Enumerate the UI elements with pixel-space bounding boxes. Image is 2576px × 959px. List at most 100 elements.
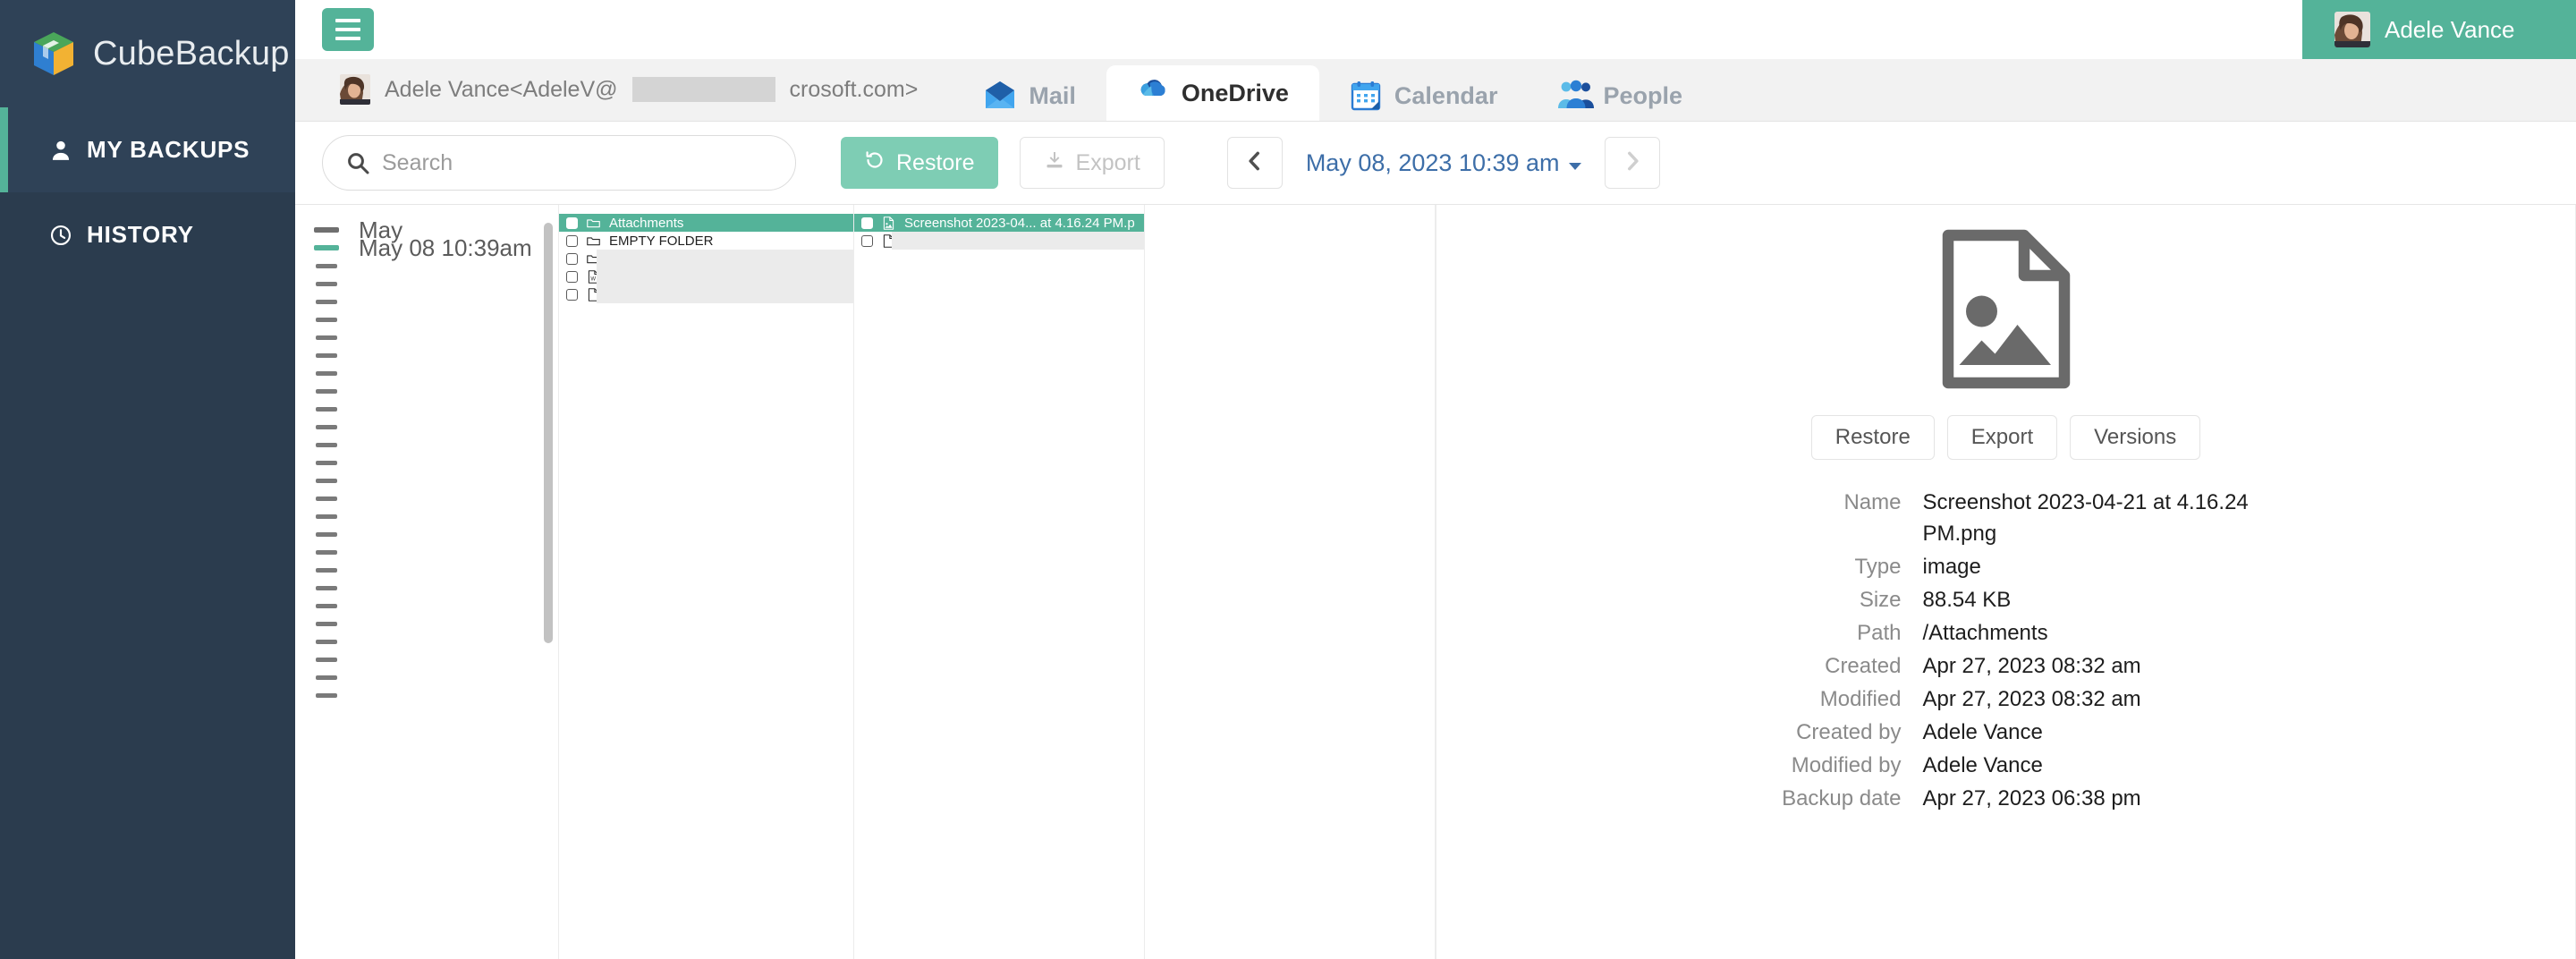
timeline-entry[interactable]: [295, 543, 558, 561]
metadata-key: Created: [1733, 650, 1923, 682]
metadata-key: Backup date: [1733, 783, 1923, 814]
tab-onedrive[interactable]: OneDrive: [1106, 65, 1319, 121]
timeline-entry[interactable]: May 08 10:39am: [295, 239, 558, 257]
metadata-value: Apr 27, 2023 06:38 pm: [1923, 783, 2141, 814]
timeline-entry[interactable]: [295, 328, 558, 346]
timeline-entry[interactable]: [295, 668, 558, 686]
timeline-tick: [316, 532, 337, 537]
file-row[interactable]: r: [559, 285, 853, 303]
timeline-entry[interactable]: [295, 436, 558, 454]
metadata-value: /Attachments: [1923, 617, 2048, 649]
timeline-entry[interactable]: [295, 579, 558, 597]
file-row[interactable]: Attachments: [559, 214, 853, 232]
metadata-value: Adele Vance: [1923, 750, 2043, 781]
file-row[interactable]: Screenshot 2023-04... at 4.16.24 PM.png: [854, 214, 1144, 232]
sidebar: CubeBackup MY BACKUPS HISTORY: [0, 0, 295, 959]
timeline-tick: [316, 389, 337, 394]
row-checkbox[interactable]: [566, 271, 578, 283]
metadata-value: Apr 27, 2023 08:32 am: [1923, 650, 2141, 682]
timeline-entry[interactable]: [295, 650, 558, 668]
timeline-entry[interactable]: [295, 346, 558, 364]
user-menu[interactable]: Adele Vance: [2302, 0, 2576, 59]
export-button[interactable]: Export: [1020, 137, 1165, 189]
hamburger-icon[interactable]: [322, 8, 374, 51]
chevron-left-icon: [1243, 149, 1267, 177]
timeline-entry[interactable]: [295, 489, 558, 507]
sidebar-item-my-backups[interactable]: MY BACKUPS: [0, 107, 295, 192]
row-checkbox[interactable]: [861, 235, 873, 247]
metadata-row: Created byAdele Vance: [1733, 717, 2279, 748]
timeline-tick: [316, 371, 337, 376]
detail-export-button[interactable]: Export: [1947, 415, 2057, 460]
sidebar-item-history[interactable]: HISTORY: [0, 192, 295, 277]
restore-label: Restore: [896, 150, 975, 176]
cube-logo-icon: [30, 30, 77, 77]
timeline-tick: [316, 318, 337, 322]
timeline-scrollbar[interactable]: [544, 223, 553, 643]
timeline-entry[interactable]: [295, 418, 558, 436]
tabstrip: Adele Vance<AdeleV@ crosoft.com> Mail: [295, 59, 2576, 122]
row-checkbox[interactable]: [566, 253, 578, 265]
file-row[interactable]: cu e: [854, 232, 1144, 250]
timeline-entry[interactable]: [295, 507, 558, 525]
tab-calendar[interactable]: Calendar: [1319, 71, 1529, 121]
tab-label: Mail: [1029, 82, 1076, 110]
detail-restore-button[interactable]: Restore: [1811, 415, 1935, 460]
sidebar-item-label: MY BACKUPS: [87, 136, 250, 164]
file-row[interactable]: WA: [559, 267, 853, 285]
tab-label: People: [1603, 82, 1682, 110]
snapshot-date-dropdown[interactable]: May 08, 2023 10:39 am: [1306, 149, 1581, 177]
metadata-row: Typeimage: [1733, 551, 2279, 582]
timeline-entry[interactable]: [295, 561, 558, 579]
timeline-entry[interactable]: [295, 525, 558, 543]
tab-mail[interactable]: Mail: [953, 71, 1106, 121]
export-label: Export: [1076, 150, 1140, 176]
row-checkbox[interactable]: [566, 235, 578, 247]
timeline-tick: [316, 443, 337, 447]
calendar-icon: [1350, 80, 1382, 112]
timeline-entry[interactable]: [295, 686, 558, 704]
row-checkbox[interactable]: [566, 217, 578, 229]
file-column-a: AttachmentsEMPTY FOLDERHWAr: [559, 205, 854, 959]
timeline-entry[interactable]: [295, 454, 558, 471]
row-checkbox[interactable]: [566, 289, 578, 301]
detail-panel: Restore Export Versions NameScreenshot 2…: [1436, 205, 2575, 959]
timeline-entry[interactable]: [295, 471, 558, 489]
detail-versions-button[interactable]: Versions: [2070, 415, 2200, 460]
timeline-entry[interactable]: [295, 364, 558, 382]
tab-people[interactable]: People: [1528, 71, 1713, 121]
timeline-entry[interactable]: [295, 597, 558, 615]
restore-button[interactable]: Restore: [841, 137, 998, 189]
search-box[interactable]: [322, 135, 796, 191]
file-row[interactable]: EMPTY FOLDER: [559, 232, 853, 250]
clock-icon: [49, 224, 72, 247]
account-suffix: crosoft.com>: [790, 77, 919, 103]
mail-icon: [984, 80, 1016, 112]
redacted-block: [597, 250, 854, 267]
row-checkbox[interactable]: [861, 217, 873, 229]
timeline-entry[interactable]: [295, 293, 558, 310]
timeline-tick: [316, 675, 337, 680]
timeline-entry[interactable]: [295, 382, 558, 400]
timeline-tick: [316, 586, 337, 590]
file-column-c: [1145, 205, 1436, 959]
prev-snapshot-button[interactable]: [1227, 137, 1283, 189]
timeline-tick: [316, 622, 337, 626]
file-row[interactable]: H: [559, 250, 853, 267]
toolbar: Restore Export: [295, 122, 2576, 205]
metadata-value: image: [1923, 551, 1981, 582]
next-snapshot-button[interactable]: [1605, 137, 1660, 189]
timeline-tick: [316, 353, 337, 358]
timeline-entry[interactable]: [295, 400, 558, 418]
caret-down-icon: [1569, 149, 1581, 177]
avatar: [340, 74, 370, 105]
metadata-row: Path/Attachments: [1733, 617, 2279, 649]
file-name: EMPTY FOLDER: [609, 233, 713, 249]
timeline-entry[interactable]: [295, 310, 558, 328]
timeline-entry[interactable]: [295, 632, 558, 650]
timeline-entry[interactable]: [295, 615, 558, 632]
timeline-entry[interactable]: [295, 275, 558, 293]
snapshot-timeline[interactable]: MayMay 08 10:39am: [295, 205, 559, 959]
timeline-tick: [316, 693, 337, 698]
search-input[interactable]: [382, 150, 772, 176]
